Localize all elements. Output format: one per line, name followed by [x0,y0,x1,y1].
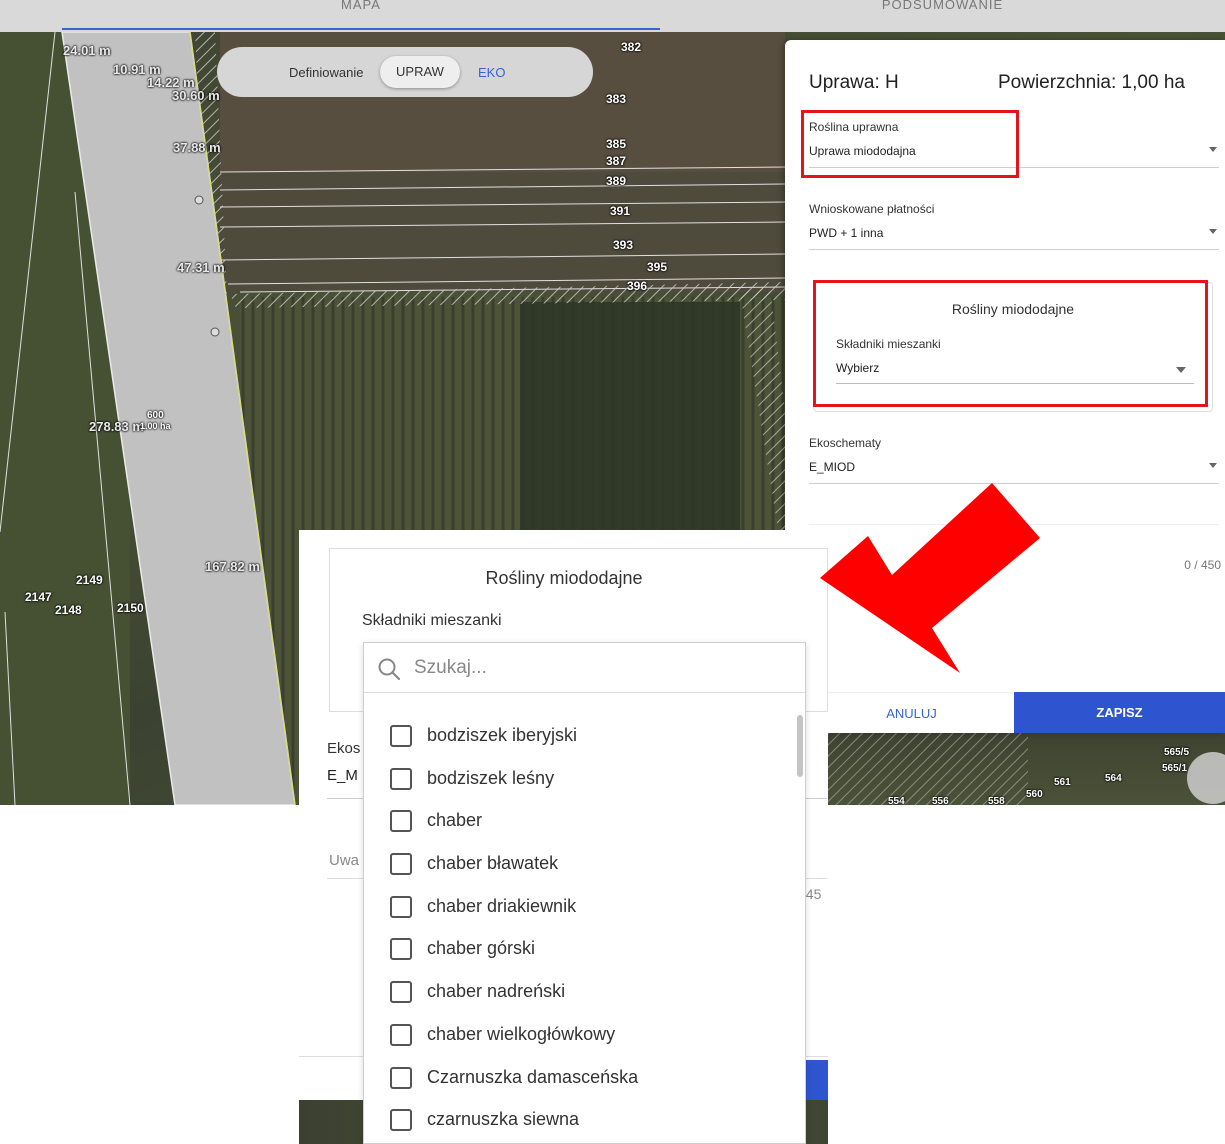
parcel-number: 395 [647,260,668,274]
ecoschemes-label: Ekoschematy [809,436,882,450]
parcel-number: 565/5 [1164,747,1190,758]
parcel-number: 560 [1026,789,1043,800]
mode-toggle-label: Definiowanie [289,65,364,80]
parcel-number: 389 [606,174,627,188]
parcel-number: 391 [610,204,631,218]
parcel-number: 600 [147,410,164,421]
payments-select[interactable]: Wnioskowane płatności PWD + 1 inna [809,202,1219,250]
parcel-number: 393 [613,238,634,252]
option-label: chaber [427,810,483,831]
option-label: czarnuszka siewna [427,1109,580,1130]
parcel-number: 2149 [76,573,103,587]
parcel-number: 564 [1105,773,1122,784]
highlight-plant [801,110,1019,178]
option-label: chaber górski [427,938,536,959]
list-item[interactable]: bodziszek leśny [364,758,805,801]
save-button[interactable]: ZAPISZ [1014,692,1225,733]
parcel-number: 556 [932,796,949,805]
checkbox[interactable] [390,810,412,833]
ecoschemes-select[interactable]: Ekoschematy E_MIOD [809,436,1219,484]
list-item[interactable]: chaber nadreński [364,971,805,1014]
mode-eko-button[interactable]: EKO [478,65,505,80]
list-item[interactable]: Czarnuszka damasceńska [364,1057,805,1100]
ecoschemes-value-zoomed: E_M [327,767,358,784]
option-label: bodziszek iberyjski [427,725,578,745]
checkbox[interactable] [390,1109,412,1132]
mix-components-dropdown: bodziszek iberyjski bodziszek leśny chab… [363,642,806,1144]
parcel-number: 385 [606,137,627,151]
parcel-number: 2148 [55,603,82,617]
checkbox[interactable] [390,938,412,961]
option-label: chaber nadreński [427,981,566,1002]
option-label: bodziszek leśny [427,767,555,788]
crop-title: Uprawa: H [809,72,899,93]
notes-label-zoomed: Uwa [329,852,360,869]
distance-label: 24.01 m [63,43,111,58]
option-label: chaber driakiewnik [427,895,577,916]
list-item[interactable]: chaber bławatek [364,843,805,886]
list-item[interactable]: chaber górski [364,928,805,971]
parcel-number: 558 [988,796,1005,805]
dropdown-search [364,643,805,693]
parcel-number: 382 [621,40,642,54]
list-item[interactable]: czarnuszka siewna [364,1099,805,1142]
checkbox[interactable] [390,981,412,1004]
distance-label: 167.82 m [205,559,260,574]
search-input[interactable] [414,652,794,684]
tab-summary[interactable]: PODSUMOWANIE [660,0,1225,30]
checkbox[interactable] [390,895,412,918]
scrollbar-thumb[interactable] [797,715,803,777]
list-item[interactable]: chaber [364,800,805,843]
parcel-number: 554 [888,796,905,805]
parcel-number: 387 [606,154,627,168]
search-icon [378,658,401,681]
checkbox[interactable] [390,1066,412,1089]
checkbox[interactable] [390,725,412,747]
checkbox[interactable] [390,767,412,790]
save-button-zoomed[interactable] [804,1060,828,1102]
list-item[interactable]: chaber wielkogłówkowy [364,1014,805,1057]
area-title: Powierzchnia: 1,00 ha [998,72,1185,93]
distance-label: 37.88 m [173,140,221,155]
parcel-number: 383 [606,92,627,106]
mix-components-label-zoomed: Składniki mieszanki [362,612,502,629]
option-label: Czarnuszka damasceńska [427,1066,639,1087]
caret-down-icon [1209,463,1217,468]
options-list: bodziszek iberyjski bodziszek leśny chab… [364,715,805,1142]
mode-toggle: Definiowanie UPRAW EKO [217,47,593,97]
payments-value: PWD + 1 inna [809,226,884,240]
caret-down-icon [1209,229,1217,234]
parcel-number: 396 [627,279,648,293]
payments-label: Wnioskowane płatności [809,202,935,216]
ecoschemes-value: E_MIOD [809,460,856,474]
option-label: chaber bławatek [427,853,559,874]
red-arrow-icon [820,483,1040,673]
parcel-number: 565/1 [1162,763,1188,774]
top-tab-bar: MAPA PODSUMOWANIE [0,0,1225,32]
ecoschemes-label-zoomed: Ekos [327,740,361,757]
parcel-area: 1.00 ha [140,421,171,431]
notes-counter: 0 / 450 [1184,558,1221,572]
list-item[interactable]: chaber driakiewnik [364,886,805,929]
mode-upraw-button[interactable]: UPRAW [380,56,460,88]
distance-label: 47.31 m [177,260,225,275]
checkbox[interactable] [390,853,412,876]
list-item[interactable]: bodziszek iberyjski [364,715,805,758]
option-label: chaber wielkogłówkowy [427,1023,616,1044]
highlight-honey-plants [813,280,1208,407]
checkbox[interactable] [390,1023,412,1046]
distance-label: 30.60 m [172,88,220,103]
parcel-number: 2147 [25,590,52,604]
distance-label: 278.83 m [89,419,144,434]
cancel-button[interactable]: ANULUJ [809,692,1014,733]
honey-plants-title-zoomed: Rośliny miododajne [485,568,643,588]
tab-map[interactable]: MAPA [62,0,660,30]
map-strip: 565/5 565/1 564 561 560 558 556 554 [828,733,1225,805]
caret-down-icon [1209,147,1217,152]
parcel-number: 561 [1054,777,1071,788]
parcel-number: 2150 [117,601,144,615]
